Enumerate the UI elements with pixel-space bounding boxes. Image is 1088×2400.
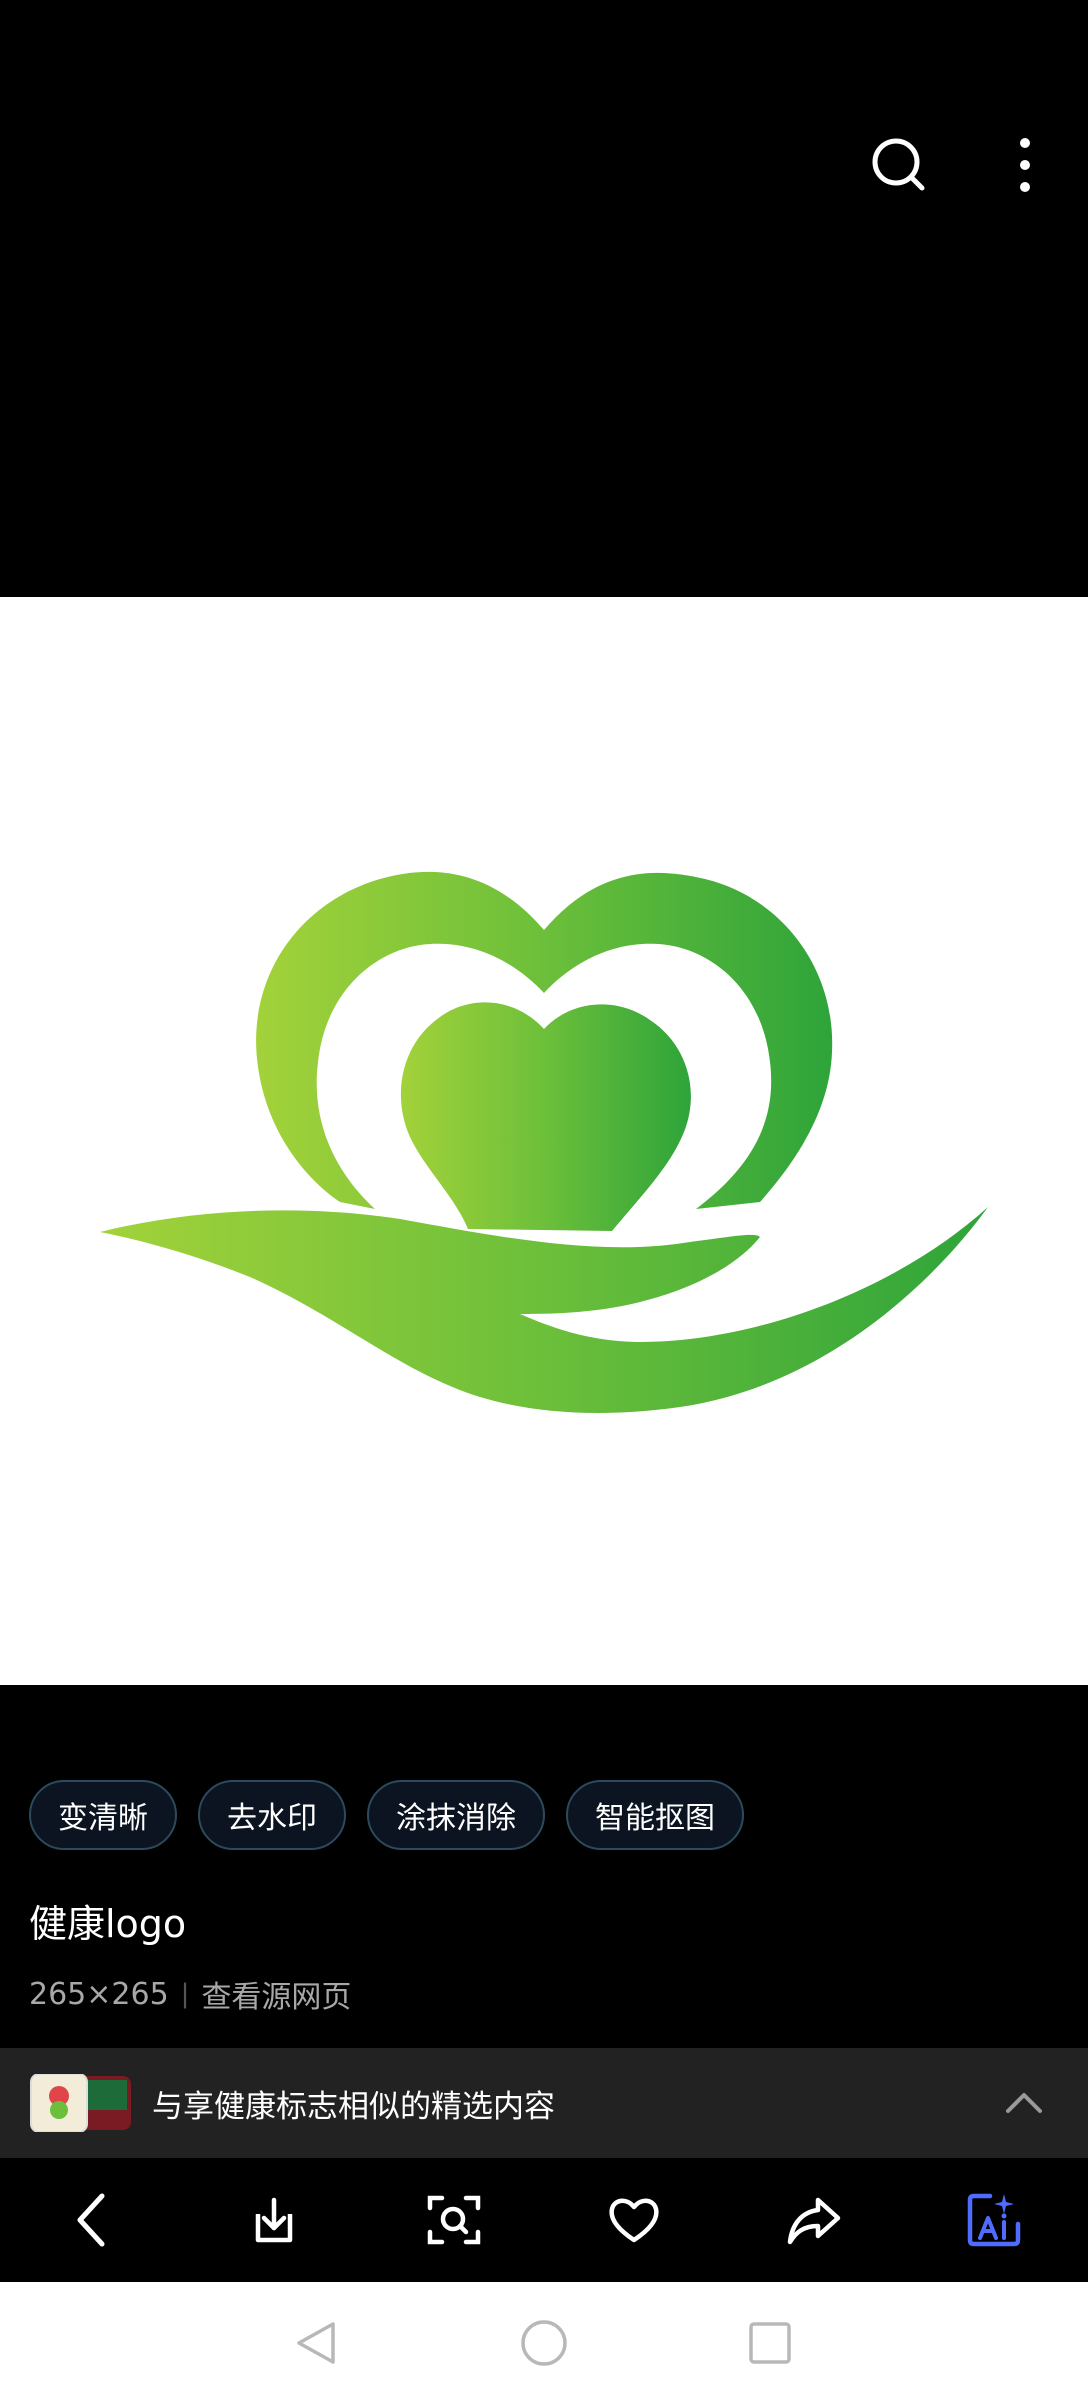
search-button[interactable] <box>864 130 934 200</box>
download-icon <box>255 2197 293 2243</box>
similar-content-text: 与享健康标志相似的精选内容 <box>152 2089 555 2125</box>
main-image[interactable] <box>0 597 1088 1685</box>
enhance-clarity-chip[interactable]: 变清晰 <box>29 1780 177 1850</box>
ai-edit-button[interactable] <box>956 2182 1032 2258</box>
image-dimensions: 265×265 <box>29 1976 169 2012</box>
smart-cutout-chip[interactable]: 智能抠图 <box>566 1780 744 1850</box>
bottom-toolbar <box>0 2158 1088 2282</box>
meta-separator: | <box>180 1979 190 2009</box>
triangle-back-icon <box>297 2322 335 2364</box>
favorite-button[interactable] <box>596 2182 672 2258</box>
system-back-button[interactable] <box>288 2315 344 2371</box>
circle-home-icon <box>521 2320 567 2366</box>
view-source-link[interactable]: 查看源网页 <box>201 1972 351 2016</box>
system-recents-button[interactable] <box>742 2315 798 2371</box>
chevron-up-icon[interactable] <box>1004 2083 1044 2123</box>
visual-search-button[interactable] <box>416 2182 492 2258</box>
share-button[interactable] <box>776 2182 852 2258</box>
remove-watermark-chip[interactable]: 去水印 <box>198 1780 346 1850</box>
square-recents-icon <box>749 2322 791 2364</box>
favorite-icon <box>609 2198 659 2243</box>
back-icon <box>77 2193 105 2247</box>
similar-content-bar[interactable]: 与享健康标志相似的精选内容 <box>0 2048 1088 2158</box>
heart-hand-logo-image <box>100 871 988 1413</box>
share-icon <box>787 2197 841 2245</box>
back-button[interactable] <box>56 2182 132 2258</box>
ai-edit-icon <box>967 2193 1021 2247</box>
system-navigation-bar <box>0 2282 1088 2400</box>
download-button[interactable] <box>236 2182 312 2258</box>
similar-thumbnails <box>29 2073 133 2133</box>
visual-search-icon <box>427 2195 481 2245</box>
more-vertical-icon <box>1020 138 1030 192</box>
erase-chip[interactable]: 涂抹消除 <box>367 1780 545 1850</box>
edit-tools-row: 变清晰 去水印 涂抹消除 智能抠图 <box>29 1780 744 1850</box>
more-options-button[interactable] <box>990 130 1060 200</box>
system-home-button[interactable] <box>516 2315 572 2371</box>
search-icon <box>872 138 925 191</box>
image-meta: 265×265 | 查看源网页 <box>29 1972 351 2016</box>
image-title: 健康logo <box>29 1902 187 1946</box>
